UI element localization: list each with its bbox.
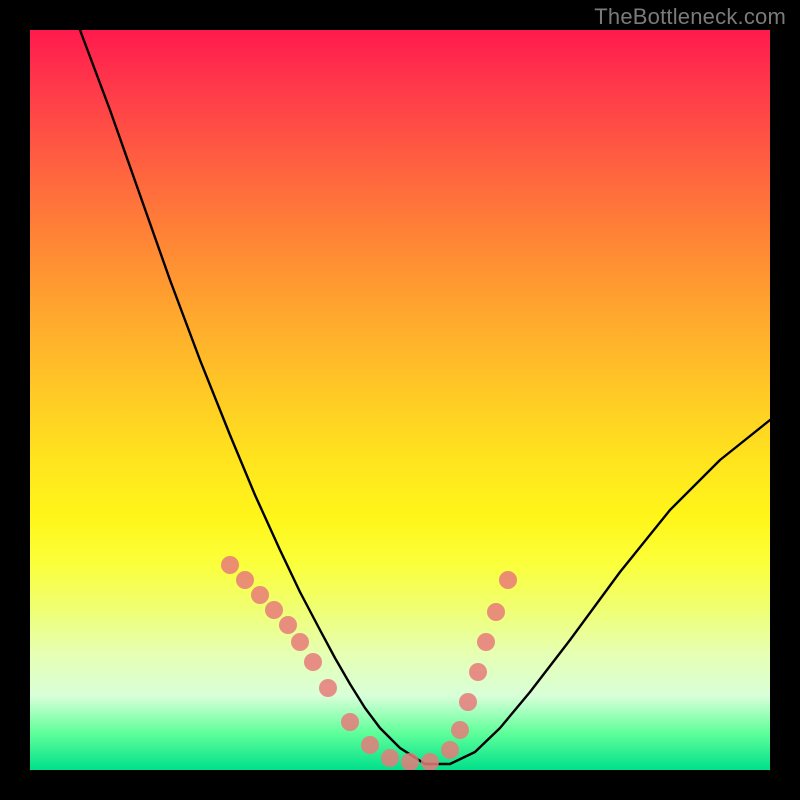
marker-dot — [441, 741, 459, 759]
marker-dot — [236, 571, 254, 589]
curve-svg — [30, 30, 770, 770]
watermark-text: TheBottleneck.com — [594, 4, 786, 30]
dots-group — [221, 556, 517, 770]
chart-frame: TheBottleneck.com — [0, 0, 800, 800]
marker-dot — [319, 679, 337, 697]
marker-dot — [499, 571, 517, 589]
marker-dot — [381, 749, 399, 767]
bottleneck-curve-path — [80, 30, 770, 764]
marker-dot — [459, 693, 477, 711]
marker-dot — [421, 753, 439, 770]
marker-dot — [477, 633, 495, 651]
marker-dot — [291, 633, 309, 651]
marker-dot — [341, 713, 359, 731]
plot-area — [30, 30, 770, 770]
marker-dot — [304, 653, 322, 671]
marker-dot — [401, 753, 419, 770]
curve-path-group — [80, 30, 770, 764]
marker-dot — [251, 586, 269, 604]
marker-dot — [265, 601, 283, 619]
marker-dot — [361, 736, 379, 754]
marker-dot — [221, 556, 239, 574]
marker-dot — [279, 616, 297, 634]
marker-dot — [451, 721, 469, 739]
marker-dot — [469, 663, 487, 681]
marker-dot — [487, 603, 505, 621]
